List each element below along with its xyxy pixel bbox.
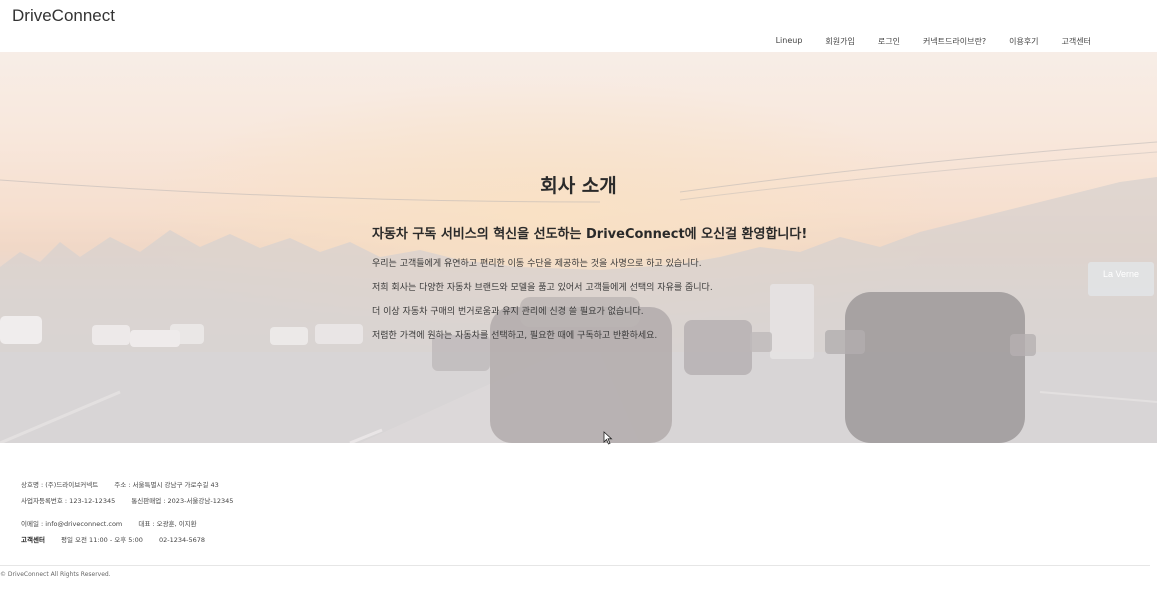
footer-divider bbox=[0, 565, 1150, 566]
footer-row-company: 상호명 : (주)드라이브커넥트 주소 : 서울특별시 강남구 가로수길 43 bbox=[21, 479, 233, 489]
footer-row-support: 고객센터 평일 오전 11:00 - 오후 5:00 02-1234-5678 bbox=[21, 534, 219, 544]
copyright: © DriveConnect All Rights Reserved. bbox=[0, 571, 111, 578]
main-nav: Lineup 회원가입 로그인 커넥트드라이브란? 이용후기 고객센터 bbox=[753, 36, 1091, 47]
nav-support[interactable]: 고객센터 bbox=[1062, 36, 1091, 47]
nav-signup[interactable]: 회원가입 bbox=[825, 36, 854, 47]
footer-ceo: 대표 : 오광훈, 이지환 bbox=[138, 520, 197, 528]
hero-content: 회사 소개 자동차 구독 서비스의 혁신을 선도하는 DriveConnect에… bbox=[0, 52, 1157, 443]
site-header: DriveConnect Lineup 회원가입 로그인 커넥트드라이브란? 이… bbox=[0, 0, 1157, 52]
footer-email[interactable]: 이메일 : info@driveconnect.com bbox=[21, 520, 122, 528]
footer-cs-phone: 02-1234-5678 bbox=[158, 536, 206, 544]
footer-mail-order: 통신판매업 : 2023-서울강남-12345 bbox=[131, 497, 234, 505]
site-footer: 상호명 : (주)드라이브커넥트 주소 : 서울특별시 강남구 가로수길 43 … bbox=[0, 443, 1157, 594]
footer-row-contact: 이메일 : info@driveconnect.com 대표 : 오광훈, 이지… bbox=[21, 518, 211, 528]
hero-paragraph-3: 더 이상 자동차 구매의 번거로움과 유지 관리에 신경 쓸 필요가 없습니다. bbox=[372, 307, 644, 317]
hero-title: 회사 소개 bbox=[540, 175, 617, 197]
footer-row-registration: 사업자등록번호 : 123-12-12345 통신판매업 : 2023-서울강남… bbox=[21, 495, 247, 505]
nav-lineup[interactable]: Lineup bbox=[776, 36, 803, 47]
mouse-cursor-icon bbox=[603, 431, 613, 445]
footer-address: 주소 : 서울특별시 강남구 가로수길 43 bbox=[114, 481, 219, 489]
nav-about[interactable]: 커넥트드라이브란? bbox=[923, 36, 986, 47]
footer-cs-hours: 평일 오전 11:00 - 오후 5:00 bbox=[61, 536, 143, 544]
footer-biz-number: 사업자등록번호 : 123-12-12345 bbox=[21, 497, 116, 505]
footer-cs-label: 고객센터 bbox=[21, 536, 45, 544]
nav-reviews[interactable]: 이용후기 bbox=[1009, 36, 1038, 47]
nav-login[interactable]: 로그인 bbox=[878, 36, 900, 47]
hero-paragraph-1: 우리는 고객들에게 유연하고 편리한 이동 수단을 제공하는 것을 사명으로 하… bbox=[372, 259, 702, 269]
hero-paragraph-2: 저희 회사는 다양한 자동차 브랜드와 모델을 품고 있어서 고객들에게 선택의… bbox=[372, 283, 713, 293]
footer-company: 상호명 : (주)드라이브커넥트 bbox=[21, 481, 99, 489]
hero-section: La Verne 회사 소개 자동차 구독 서비스의 혁신을 선도하는 Driv… bbox=[0, 52, 1157, 443]
brand-logo[interactable]: DriveConnect bbox=[12, 6, 115, 26]
hero-subtitle: 자동차 구독 서비스의 혁신을 선도하는 DriveConnect에 오신걸 환… bbox=[372, 227, 808, 242]
hero-paragraph-4: 저렴한 가격에 원하는 자동차를 선택하고, 필요한 때에 구독하고 반환하세요… bbox=[372, 331, 658, 341]
